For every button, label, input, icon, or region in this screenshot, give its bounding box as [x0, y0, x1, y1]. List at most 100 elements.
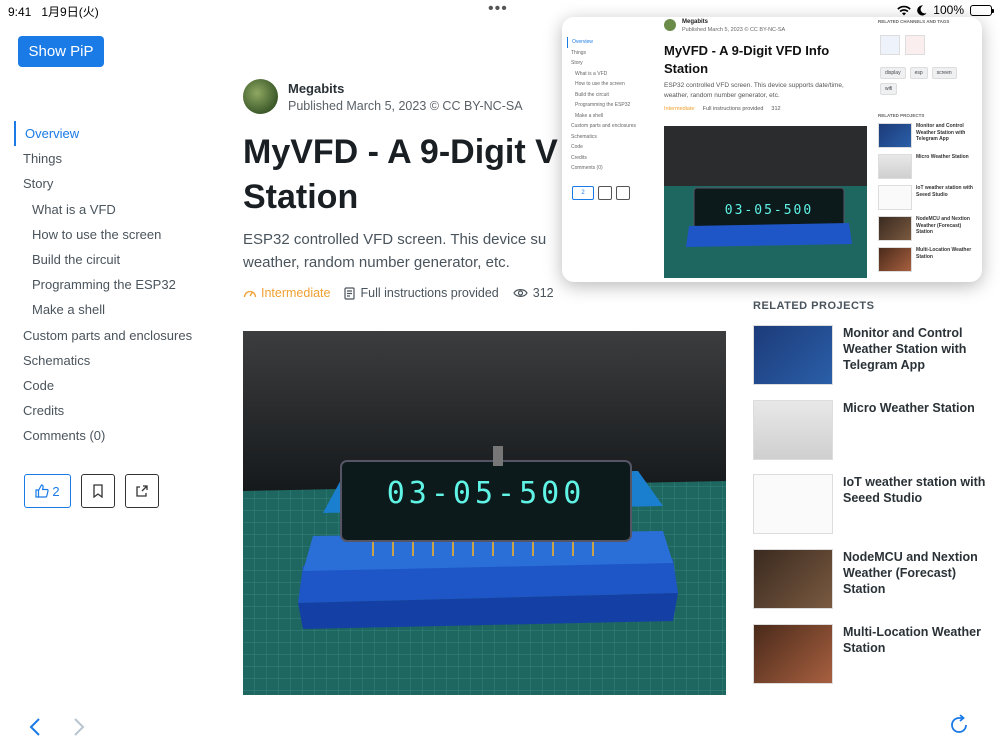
pip-actions: 2 — [572, 186, 630, 200]
pip-related-thumbnail — [878, 154, 912, 179]
share-icon — [136, 485, 148, 497]
toc-item[interactable]: Build the circuit — [14, 247, 214, 272]
pip-related-thumbnail — [878, 185, 912, 210]
pip-toc-item: Schematics — [571, 133, 597, 140]
pip-related-title: Micro Weather Station — [916, 154, 969, 160]
pip-related-heading: RELATED PROJECTS — [878, 113, 925, 118]
toc-item[interactable]: Comments (0) — [14, 423, 214, 448]
toc-item[interactable]: Make a shell — [14, 297, 214, 322]
toc-item[interactable]: Story — [14, 171, 214, 196]
author-block: Megabits Published March 5, 2023 © CC BY… — [243, 79, 523, 114]
pip-hero-image: 03-05-500 — [664, 126, 867, 278]
related-project-item[interactable]: Micro Weather Station — [753, 400, 993, 460]
pip-window[interactable]: Megabits Published March 5, 2023 © CC BY… — [562, 17, 982, 282]
toc-item[interactable]: How to use the screen — [14, 222, 214, 247]
pip-tags: display esp screen wifi — [880, 67, 970, 95]
reload-button[interactable] — [948, 714, 970, 742]
like-count: 2 — [52, 483, 60, 499]
pip-related-thumbnail — [878, 123, 912, 148]
vfd-photo: 03-05-500 — [243, 331, 726, 695]
pip-related-item: Monitor and Control Weather Station with… — [878, 123, 978, 154]
moon-icon — [917, 4, 927, 15]
pip-tag: screen — [931, 67, 957, 79]
author-name[interactable]: Megabits — [288, 81, 523, 96]
view-count: 312 — [513, 286, 554, 300]
table-of-contents: Overview Things Story What is a VFD How to u… — [14, 121, 214, 448]
chevron-left-icon — [29, 718, 40, 736]
pip-description: ESP32 controlled VFD screen. This device… — [664, 82, 844, 99]
pip-toc-item: Code — [571, 144, 583, 150]
related-project-thumbnail[interactable] — [753, 325, 833, 385]
battery-percent: 100% — [933, 3, 964, 17]
related-project-item[interactable]: Monitor and Control Weather Station with… — [753, 325, 993, 385]
pip-toc-item: Things — [571, 49, 587, 56]
document-icon — [344, 286, 356, 300]
share-button[interactable] — [125, 474, 159, 508]
pip-share-icon — [616, 186, 630, 200]
bookmark-icon — [93, 484, 103, 498]
related-project-item[interactable]: IoT weather station with Seeed Studio — [753, 474, 993, 534]
multitask-dots-icon[interactable]: ••• — [488, 0, 508, 18]
related-project-thumbnail[interactable] — [753, 624, 833, 684]
battery-icon — [970, 4, 994, 16]
pip-toc-item: What is a VFD — [575, 70, 608, 77]
vfd-display-text: 03-05-500 — [387, 476, 586, 511]
pip-related-thumbnail — [878, 247, 912, 272]
avatar[interactable] — [243, 79, 278, 114]
pip-toc-item: Credits — [571, 154, 587, 161]
related-project-thumbnail[interactable] — [753, 474, 833, 534]
related-project-title[interactable]: Micro Weather Station — [843, 400, 975, 460]
pip-channels-heading: RELATED CHANNELS AND TAGS — [878, 19, 950, 24]
bookmark-button[interactable] — [81, 474, 115, 508]
related-project-item[interactable]: Multi-Location Weather Station — [753, 624, 993, 684]
action-buttons: 2 — [24, 474, 159, 508]
toc-item[interactable]: Overview — [14, 121, 214, 147]
toc-item[interactable]: Things — [14, 146, 214, 171]
pip-related-title: Monitor and Control Weather Station with… — [916, 123, 966, 142]
pip-toc-item: Programming the ESP32 — [575, 102, 631, 108]
pip-tag: esp — [909, 67, 928, 79]
related-project-item[interactable]: NodeMCU and Nextion Weather (Forecast) S… — [753, 549, 993, 609]
thumbs-up-icon — [35, 484, 50, 498]
pip-related-title: IoT weather station with Seeed Studio — [916, 185, 973, 198]
gauge-icon — [243, 290, 257, 298]
pip-toc-item: Comments (0) — [571, 165, 603, 171]
wifi-icon — [897, 5, 911, 15]
pip-like-button: 2 — [572, 186, 594, 200]
pip-vfd-display-text: 03-05-500 — [725, 203, 813, 218]
related-project-title[interactable]: Multi-Location Weather Station — [843, 624, 993, 684]
pip-related-item: Multi-Location Weather Station — [878, 247, 978, 278]
related-project-thumbnail[interactable] — [753, 549, 833, 609]
pip-toc-item: Overview — [567, 37, 657, 48]
toc-item[interactable]: Schematics — [14, 348, 214, 373]
related-project-title[interactable]: Monitor and Control Weather Station with… — [843, 325, 993, 385]
pip-tag: wifi — [880, 83, 898, 95]
pip-bookmark-icon — [598, 186, 612, 200]
related-project-thumbnail[interactable] — [753, 400, 833, 460]
like-button[interactable]: 2 — [24, 474, 71, 508]
forward-button[interactable] — [72, 717, 86, 743]
pip-author: Megabits — [682, 19, 709, 25]
pip-channel-display-icon — [880, 35, 900, 55]
back-button[interactable] — [28, 717, 42, 743]
project-meta: Intermediate Full instructions provided … — [243, 286, 554, 300]
pip-published: Published March 5, 2023 © CC BY-NC-SA — [682, 27, 786, 33]
eye-icon — [513, 289, 528, 297]
pip-title: MyVFD - A 9-Digit VFD Info Station — [664, 43, 830, 76]
toc-item[interactable]: Code — [14, 373, 214, 398]
pip-avatar — [664, 19, 676, 31]
pip-related-item: Micro Weather Station — [878, 154, 978, 185]
toc-item[interactable]: What is a VFD — [14, 197, 214, 222]
pip-meta: Intermediate Full instructions provided … — [664, 106, 781, 112]
toc-item[interactable]: Credits — [14, 398, 214, 423]
related-project-title[interactable]: IoT weather station with Seeed Studio — [843, 474, 993, 534]
related-project-title[interactable]: NodeMCU and Nextion Weather (Forecast) S… — [843, 549, 993, 609]
project-hero-image[interactable]: 03-05-500 — [243, 331, 726, 695]
show-pip-button[interactable]: Show PiP — [18, 36, 104, 67]
pip-related-title: Multi-Location Weather Station — [916, 247, 972, 260]
toc-item[interactable]: Programming the ESP32 — [14, 272, 214, 297]
pip-related-projects: Monitor and Control Weather Station with… — [878, 123, 978, 278]
toc-item[interactable]: Custom parts and enclosures — [14, 323, 214, 348]
pip-toc-item: Make a shell — [575, 112, 604, 119]
pip-related-item: NodeMCU and Nextion Weather (Forecast) S… — [878, 216, 978, 247]
